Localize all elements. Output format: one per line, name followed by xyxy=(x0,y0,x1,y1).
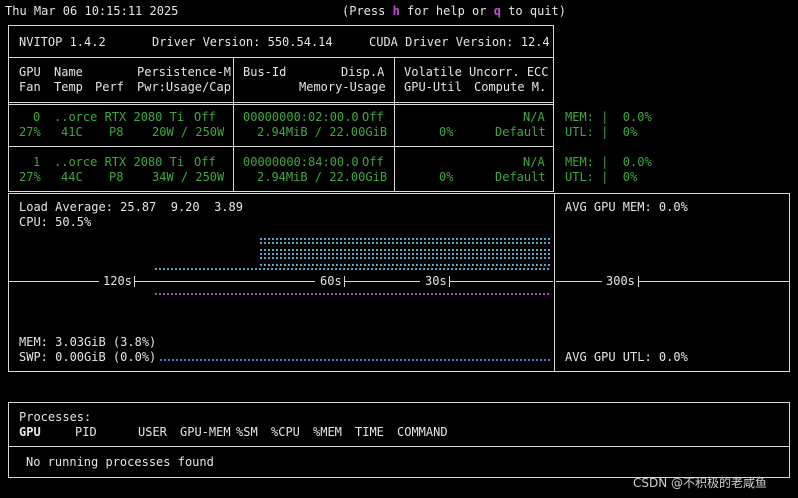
col-memusage: Memory-Usage xyxy=(299,80,386,94)
help-key: h xyxy=(392,4,400,18)
gpu-fan: 27% xyxy=(19,170,41,184)
gpu-index: 0 xyxy=(33,110,41,124)
proc-col-command[interactable]: COMMAND xyxy=(397,425,448,440)
proc-col-gpu[interactable]: GPU xyxy=(19,425,41,440)
avg-gpu-utl: AVG GPU UTL: 0.0% xyxy=(565,350,688,364)
gpu-memory: 2.94MiB / 22.00GiB xyxy=(257,170,388,184)
gpu-disp: Off xyxy=(362,110,384,124)
gpu-utl-bar: UTL: | 0% xyxy=(565,125,638,139)
gpu-mem-bar: MEM: | 0.0% xyxy=(565,155,652,169)
nvitop-version: NVITOP 1.4.2 xyxy=(19,35,106,49)
cuda-version: CUDA Driver Version: 12.4 xyxy=(369,35,550,49)
col-dispa: Disp.A xyxy=(341,65,385,79)
col-name: Name xyxy=(54,65,83,79)
time-label-30s: 30s xyxy=(425,274,447,288)
col-compute: Compute M. xyxy=(474,80,547,94)
proc-col-mem[interactable]: %MEM xyxy=(313,425,342,440)
proc-col-cpu[interactable]: %CPU xyxy=(271,425,300,440)
col-gpuutil: GPU-Util xyxy=(404,80,462,94)
col-persistence: Persistence-M xyxy=(137,65,231,79)
time-label-60s: 60s xyxy=(320,274,342,288)
col-gpu: GPU xyxy=(19,65,41,79)
avg-gpu-mem: AVG GPU MEM: 0.0% xyxy=(565,200,688,214)
gpu-compute-mode: Default xyxy=(495,170,546,184)
gpu-temp: 41C xyxy=(61,125,83,139)
gpu-power: 20W / 250W xyxy=(152,125,225,139)
time-label-300s: 300s xyxy=(606,274,635,288)
gpu-bus-id: 00000000:84:00.0 xyxy=(243,155,359,169)
col-temp: Temp xyxy=(54,80,83,94)
gpu-name: ..orce RTX 2080 Ti xyxy=(54,110,185,124)
gpu-fan: 27% xyxy=(19,125,41,139)
gpu-util: 0% xyxy=(439,125,454,139)
gpu-perf: P8 xyxy=(109,125,124,139)
host-mem: MEM: 3.03GiB (3.8%) xyxy=(19,335,157,349)
time-label-120s: 120s xyxy=(103,274,132,288)
gpu-history-graph xyxy=(155,293,550,295)
gpu-utl-bar: UTL: | 0% xyxy=(565,170,638,184)
gpu-bus-id: 00000000:02:00.0 xyxy=(243,110,359,124)
col-fan: Fan xyxy=(19,80,41,94)
gpu-memory: 2.94MiB / 22.00GiB xyxy=(257,125,388,139)
quit-key: q xyxy=(493,4,501,18)
gpu-power: 34W / 250W xyxy=(152,170,225,184)
host-swap: SWP: 0.00GiB (0.0%) xyxy=(19,350,157,364)
proc-col-time[interactable]: TIME xyxy=(355,425,384,440)
load-average: Load Average: 25.87 9.20 3.89 xyxy=(19,200,243,214)
gpu-util: 0% xyxy=(439,170,454,184)
gpu-ecc: N/A xyxy=(523,110,545,124)
col-busid: Bus-Id xyxy=(243,65,287,79)
processes-title: Processes: xyxy=(19,410,92,424)
proc-col-sm[interactable]: %SM xyxy=(236,425,258,440)
no-processes-message: No running processes found xyxy=(26,455,214,469)
gpu-perf: P8 xyxy=(109,170,124,184)
gpu-temp: 44C xyxy=(61,170,83,184)
help-hint: (Press h for help or q to quit) xyxy=(342,4,566,18)
proc-col-gpumem[interactable]: GPU-MEM xyxy=(180,425,231,440)
gpu-index: 1 xyxy=(33,155,41,169)
gpu-compute-mode: Default xyxy=(495,125,546,139)
gpu-persistence: Off xyxy=(194,155,216,169)
col-perf: Perf xyxy=(95,80,124,94)
datetime: Thu Mar 06 10:15:11 2025 xyxy=(5,4,179,18)
col-volatile: Volatile Uncorr. ECC xyxy=(404,65,549,79)
gpu-name: ..orce RTX 2080 Ti xyxy=(54,155,185,169)
proc-col-user[interactable]: USER xyxy=(138,425,167,440)
col-pwr: Pwr:Usage/Cap xyxy=(137,80,231,94)
watermark: CSDN @不积极的老咸鱼 xyxy=(633,476,768,490)
gpu-persistence: Off xyxy=(194,110,216,124)
memory-history-graph xyxy=(160,359,550,361)
proc-col-pid[interactable]: PID xyxy=(75,425,97,440)
gpu-ecc: N/A xyxy=(523,155,545,169)
cpu-usage: CPU: 50.5% xyxy=(19,215,92,229)
gpu-disp: Off xyxy=(362,155,384,169)
gpu-mem-bar: MEM: | 0.0% xyxy=(565,110,652,124)
driver-version: Driver Version: 550.54.14 xyxy=(152,35,333,49)
